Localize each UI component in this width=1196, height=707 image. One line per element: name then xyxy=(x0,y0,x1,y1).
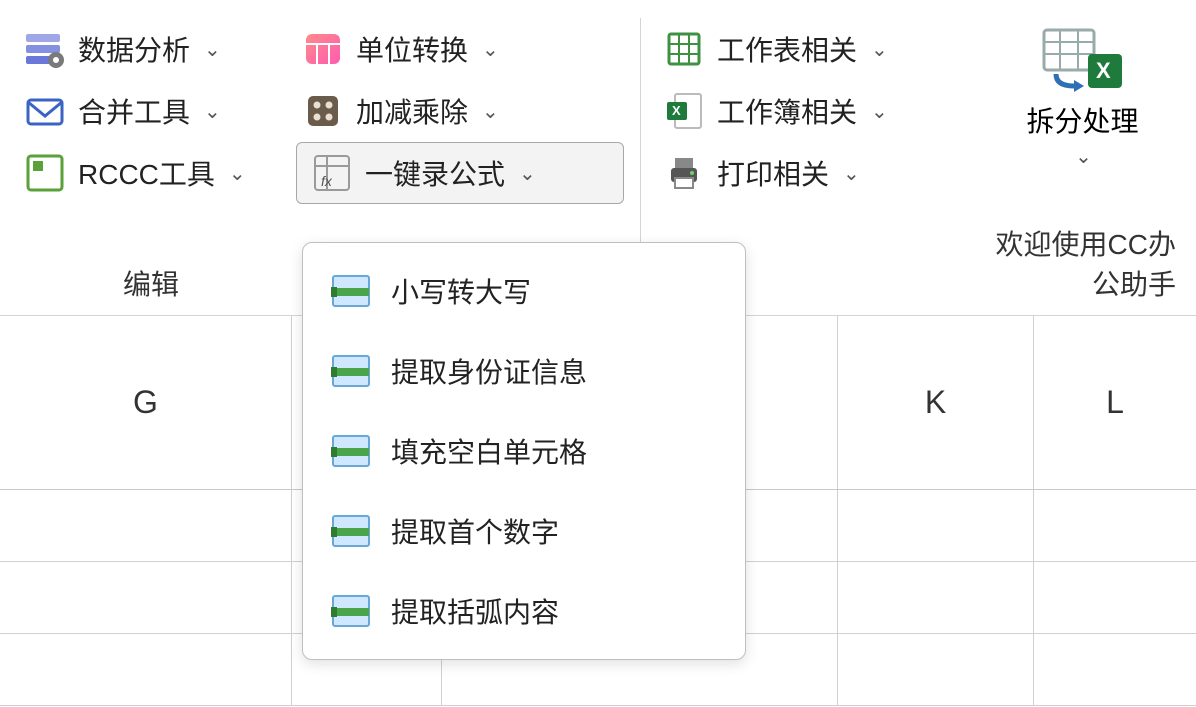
cell[interactable] xyxy=(838,490,1034,561)
chevron-down-icon: ⌄ xyxy=(871,37,888,62)
label: 工作簿相关 xyxy=(717,91,857,131)
svg-text:X: X xyxy=(672,103,681,118)
cell[interactable] xyxy=(1034,634,1196,705)
menu-item-extract-first-digit[interactable]: 提取首个数字 xyxy=(303,491,745,571)
stack-gear-icon xyxy=(24,28,66,70)
print-related-button[interactable]: 打印相关 ⌄ xyxy=(657,142,975,204)
label: 打印相关 xyxy=(717,153,829,193)
separator xyxy=(640,18,641,258)
green-box-icon xyxy=(24,152,66,194)
ribbon-group-edit: 数据分析 ⌄ 合并工具 ⌄ RCCC工具 ⌄ 编辑 xyxy=(12,18,290,315)
svg-text:fx: fx xyxy=(321,173,333,189)
group-caption: 编辑 xyxy=(12,263,290,303)
label: 数据分析 xyxy=(78,29,190,69)
row-icon xyxy=(331,354,371,388)
label: 拆分处理 xyxy=(1026,100,1138,140)
chevron-down-icon: ⌄ xyxy=(843,161,860,186)
worksheet-related-button[interactable]: 工作表相关 ⌄ xyxy=(657,18,975,80)
one-click-formula-button[interactable]: fx 一键录公式 ⌄ xyxy=(296,142,624,204)
group-caption: 欢迎使用CC办公助手 xyxy=(981,223,1184,303)
menu-item-lowercase-to-uppercase[interactable]: 小写转大写 xyxy=(303,251,745,331)
split-excel-icon: X xyxy=(1038,24,1128,96)
label: 提取首个数字 xyxy=(391,511,559,551)
label: 填充空白单元格 xyxy=(391,431,587,471)
label: 单位转换 xyxy=(356,29,468,69)
chevron-down-icon: ⌄ xyxy=(204,37,221,62)
envelope-icon xyxy=(24,90,66,132)
workbook-related-button[interactable]: X 工作簿相关 ⌄ xyxy=(657,80,975,142)
chevron-down-icon: ⌄ xyxy=(1075,144,1092,169)
menu-item-extract-id-info[interactable]: 提取身份证信息 xyxy=(303,331,745,411)
row-icon xyxy=(331,274,371,308)
data-analysis-button[interactable]: 数据分析 ⌄ xyxy=(18,18,284,80)
rccc-tools-button[interactable]: RCCC工具 ⌄ xyxy=(18,142,284,204)
merge-tools-button[interactable]: 合并工具 ⌄ xyxy=(18,80,284,142)
row-icon xyxy=(331,434,371,468)
label: 提取括弧内容 xyxy=(391,591,559,631)
chevron-down-icon: ⌄ xyxy=(204,99,221,124)
label: 合并工具 xyxy=(78,91,190,131)
label: 工作表相关 xyxy=(717,29,857,69)
arithmetic-button[interactable]: 加减乘除 ⌄ xyxy=(296,80,624,142)
fx-grid-icon: fx xyxy=(311,152,353,194)
chevron-down-icon: ⌄ xyxy=(482,37,499,62)
cell[interactable] xyxy=(1034,562,1196,633)
chevron-down-icon: ⌄ xyxy=(871,99,888,124)
label: 加减乘除 xyxy=(356,91,468,131)
split-process-button[interactable]: X 拆分处理 ⌄ xyxy=(987,18,1178,175)
printer-icon xyxy=(663,152,705,194)
unit-convert-button[interactable]: 单位转换 ⌄ xyxy=(296,18,624,80)
label: 小写转大写 xyxy=(391,271,531,311)
chevron-down-icon: ⌄ xyxy=(229,161,246,186)
pink-grid-icon xyxy=(302,28,344,70)
ribbon-group-split: X 拆分处理 ⌄ 欢迎使用CC办公助手 xyxy=(981,18,1184,315)
chevron-down-icon: ⌄ xyxy=(482,99,499,124)
cell[interactable] xyxy=(0,490,292,561)
formula-dropdown-menu: 小写转大写 提取身份证信息 填充空白单元格 提取首个数字 提取括弧内容 xyxy=(302,242,746,660)
calculator-icon xyxy=(302,90,344,132)
excel-file-icon: X xyxy=(663,90,705,132)
sheet-grid-icon xyxy=(663,28,705,70)
chevron-down-icon: ⌄ xyxy=(519,161,536,186)
column-header-l[interactable]: L xyxy=(1034,316,1196,489)
cell[interactable] xyxy=(1034,490,1196,561)
menu-item-fill-blank-cells[interactable]: 填充空白单元格 xyxy=(303,411,745,491)
row-icon xyxy=(331,594,371,628)
svg-text:X: X xyxy=(1096,58,1111,83)
label: 一键录公式 xyxy=(365,153,505,193)
cell[interactable] xyxy=(0,634,292,705)
row-icon xyxy=(331,514,371,548)
cell[interactable] xyxy=(838,634,1034,705)
cell[interactable] xyxy=(838,562,1034,633)
column-header-k[interactable]: K xyxy=(838,316,1034,489)
column-header-g[interactable]: G xyxy=(0,316,292,489)
cell[interactable] xyxy=(0,562,292,633)
label: 提取身份证信息 xyxy=(391,351,587,391)
menu-item-extract-bracket-content[interactable]: 提取括弧内容 xyxy=(303,571,745,651)
label: RCCC工具 xyxy=(78,153,215,193)
